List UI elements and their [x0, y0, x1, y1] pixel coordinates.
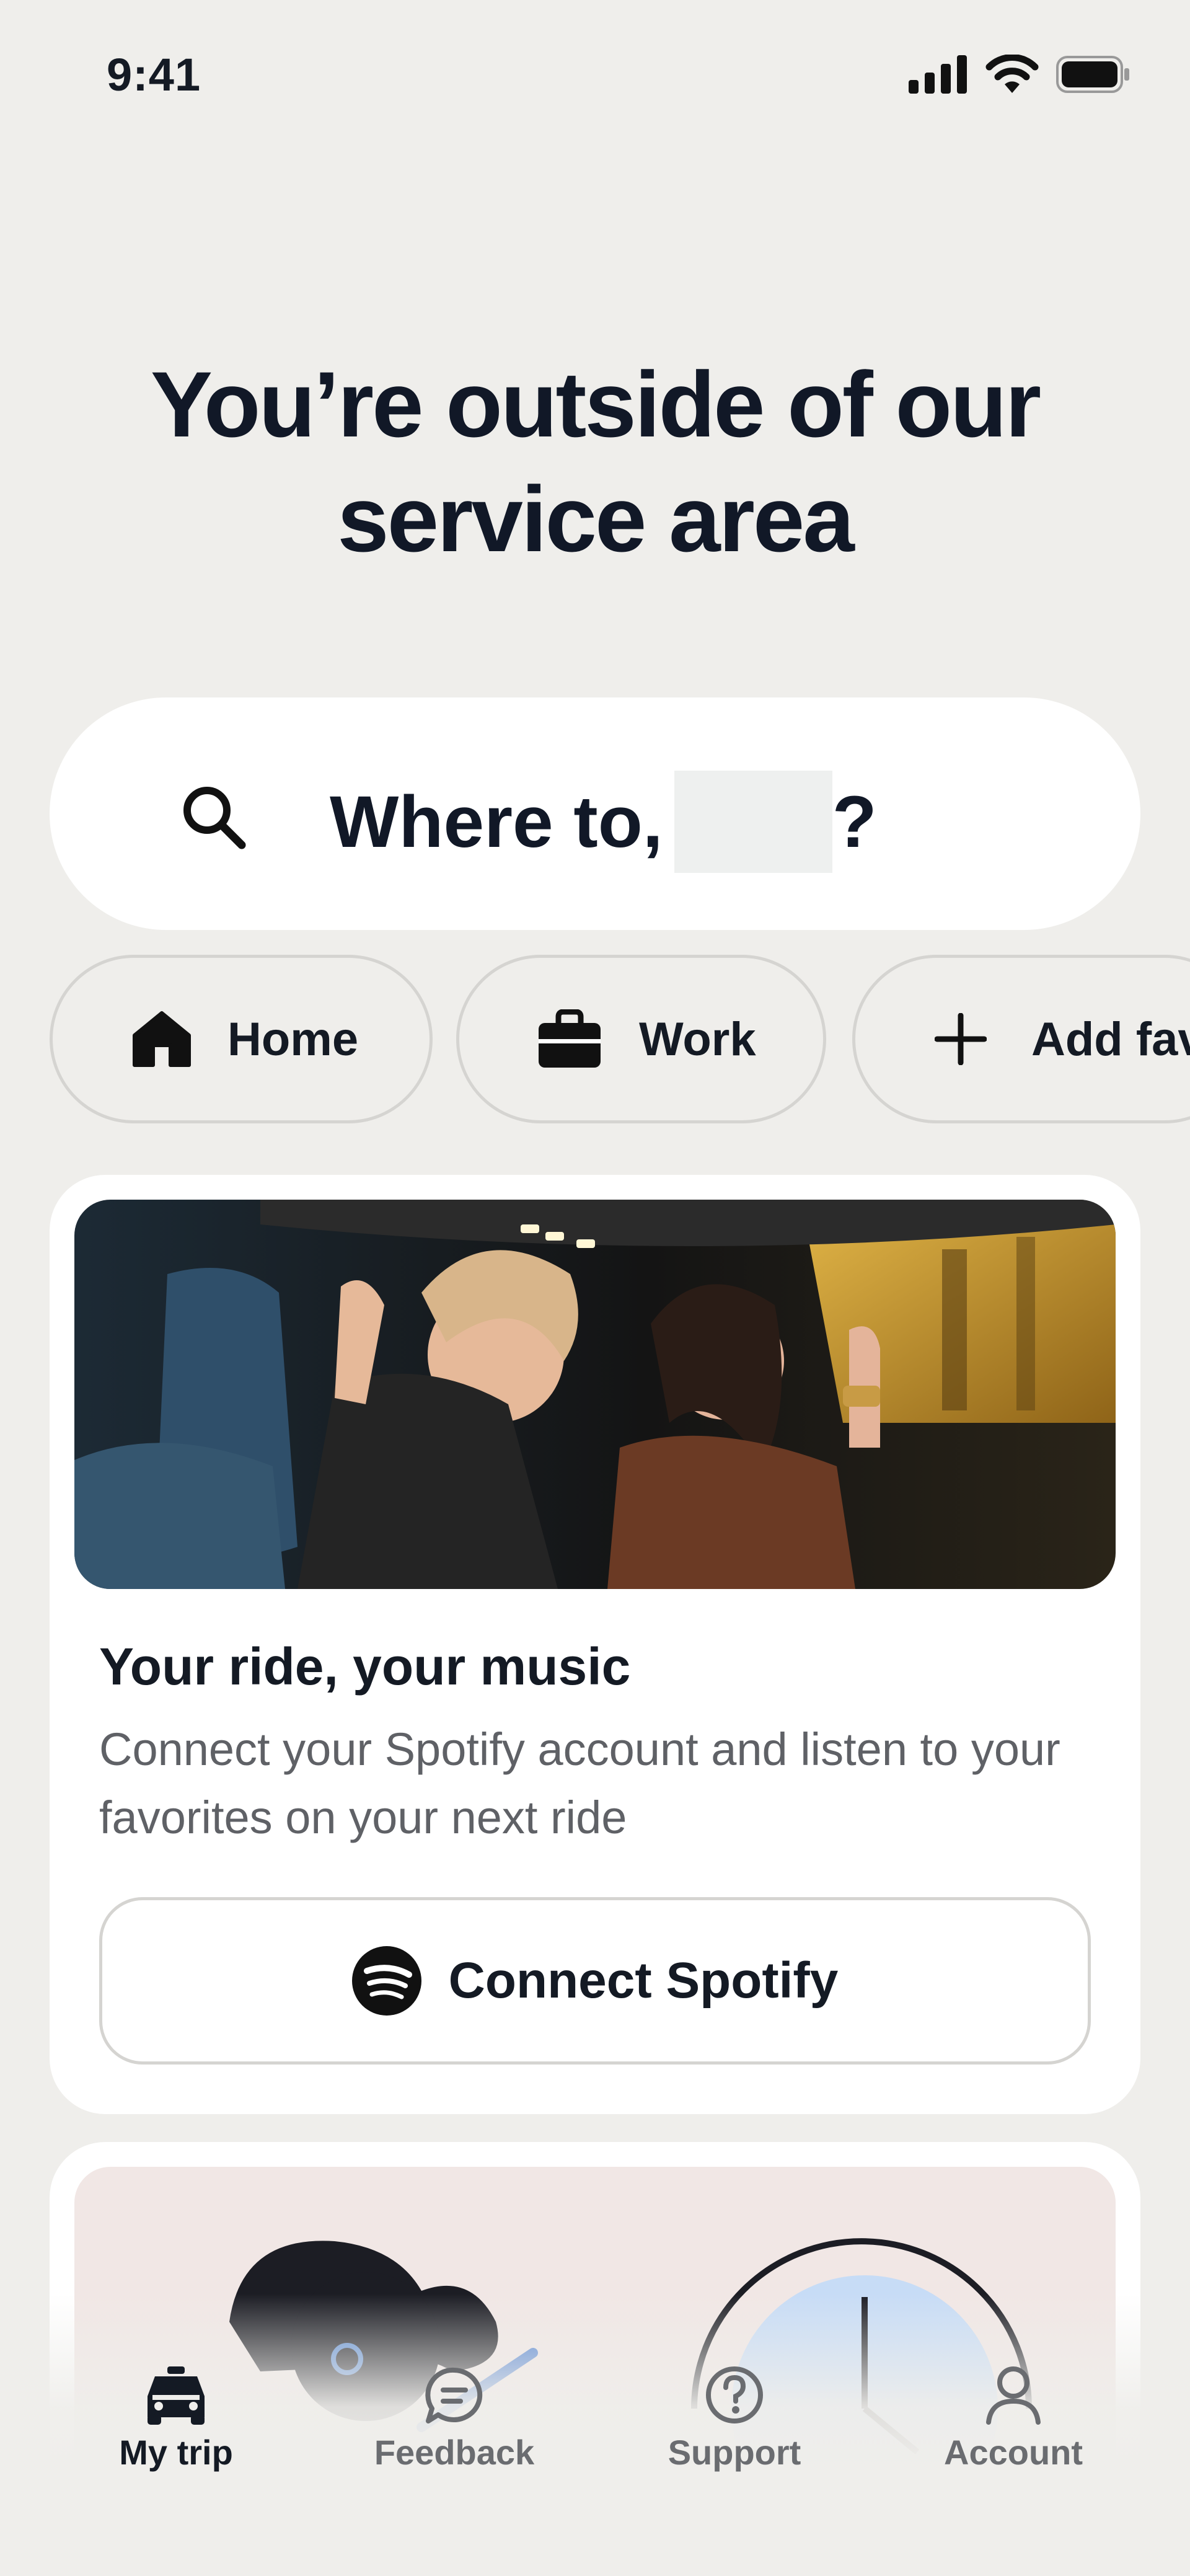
- connect-spotify-button[interactable]: Connect Spotify: [99, 1897, 1091, 2065]
- search-prompt-suffix: ?: [832, 781, 877, 863]
- tab-account-label: Account: [944, 2433, 1083, 2472]
- tab-my-trip[interactable]: My trip: [52, 2365, 300, 2472]
- search-prompt: Where to, ?: [330, 771, 877, 873]
- status-icons: [909, 55, 1130, 94]
- chip-work[interactable]: Work: [456, 955, 826, 1123]
- chip-home[interactable]: Home: [50, 955, 433, 1123]
- tab-account[interactable]: Account: [889, 2365, 1137, 2472]
- question-icon: [706, 2366, 763, 2423]
- wifi-icon: [985, 55, 1039, 93]
- status-time: 9:41: [107, 49, 201, 100]
- saved-places-row: Home Work Add fav: [50, 955, 1190, 1123]
- spotify-icon: [351, 1946, 421, 2016]
- promo-description: Connect your Spotify account and listen …: [99, 1724, 1060, 1843]
- connect-spotify-label: Connect Spotify: [448, 1952, 839, 2009]
- title-line-2: service area: [337, 467, 854, 571]
- home-icon: [133, 1011, 191, 1067]
- tab-support[interactable]: Support: [610, 2365, 858, 2472]
- spotify-promo-card: Your ride, your music Connect your Spoti…: [50, 1175, 1140, 2114]
- tab-feedback-label: Feedback: [374, 2433, 535, 2472]
- page-title: You’re outside of our service area: [0, 347, 1190, 577]
- tab-support-label: Support: [668, 2433, 801, 2472]
- title-line-1: You’re outside of our: [150, 352, 1041, 456]
- chip-home-label: Home: [227, 1012, 359, 1066]
- search-icon: [183, 787, 246, 849]
- bottom-tab-bar: My trip Feedback Support Account: [0, 2365, 1190, 2576]
- briefcase-icon: [539, 1009, 601, 1068]
- chip-add-favorite[interactable]: Add fav: [852, 955, 1190, 1123]
- plus-icon: [935, 1013, 987, 1065]
- search-prompt-text: Where to,: [330, 781, 663, 863]
- chip-work-label: Work: [639, 1012, 756, 1066]
- chip-add-label: Add fav: [1031, 1012, 1190, 1066]
- destination-search[interactable]: Where to, ?: [50, 697, 1140, 930]
- tab-feedback[interactable]: Feedback: [330, 2365, 578, 2472]
- signal-icon: [909, 55, 967, 94]
- battery-icon: [1056, 56, 1129, 93]
- tab-my-trip-label: My trip: [119, 2433, 233, 2472]
- status-bar: 9:41: [0, 0, 1190, 149]
- promo-title: Your ride, your music: [99, 1637, 631, 1696]
- person-icon: [986, 2366, 1041, 2425]
- promo-photo: [74, 1200, 1116, 1589]
- chat-bubble-icon: [425, 2367, 483, 2423]
- car-icon: [148, 2366, 205, 2425]
- redacted-name: [674, 771, 832, 873]
